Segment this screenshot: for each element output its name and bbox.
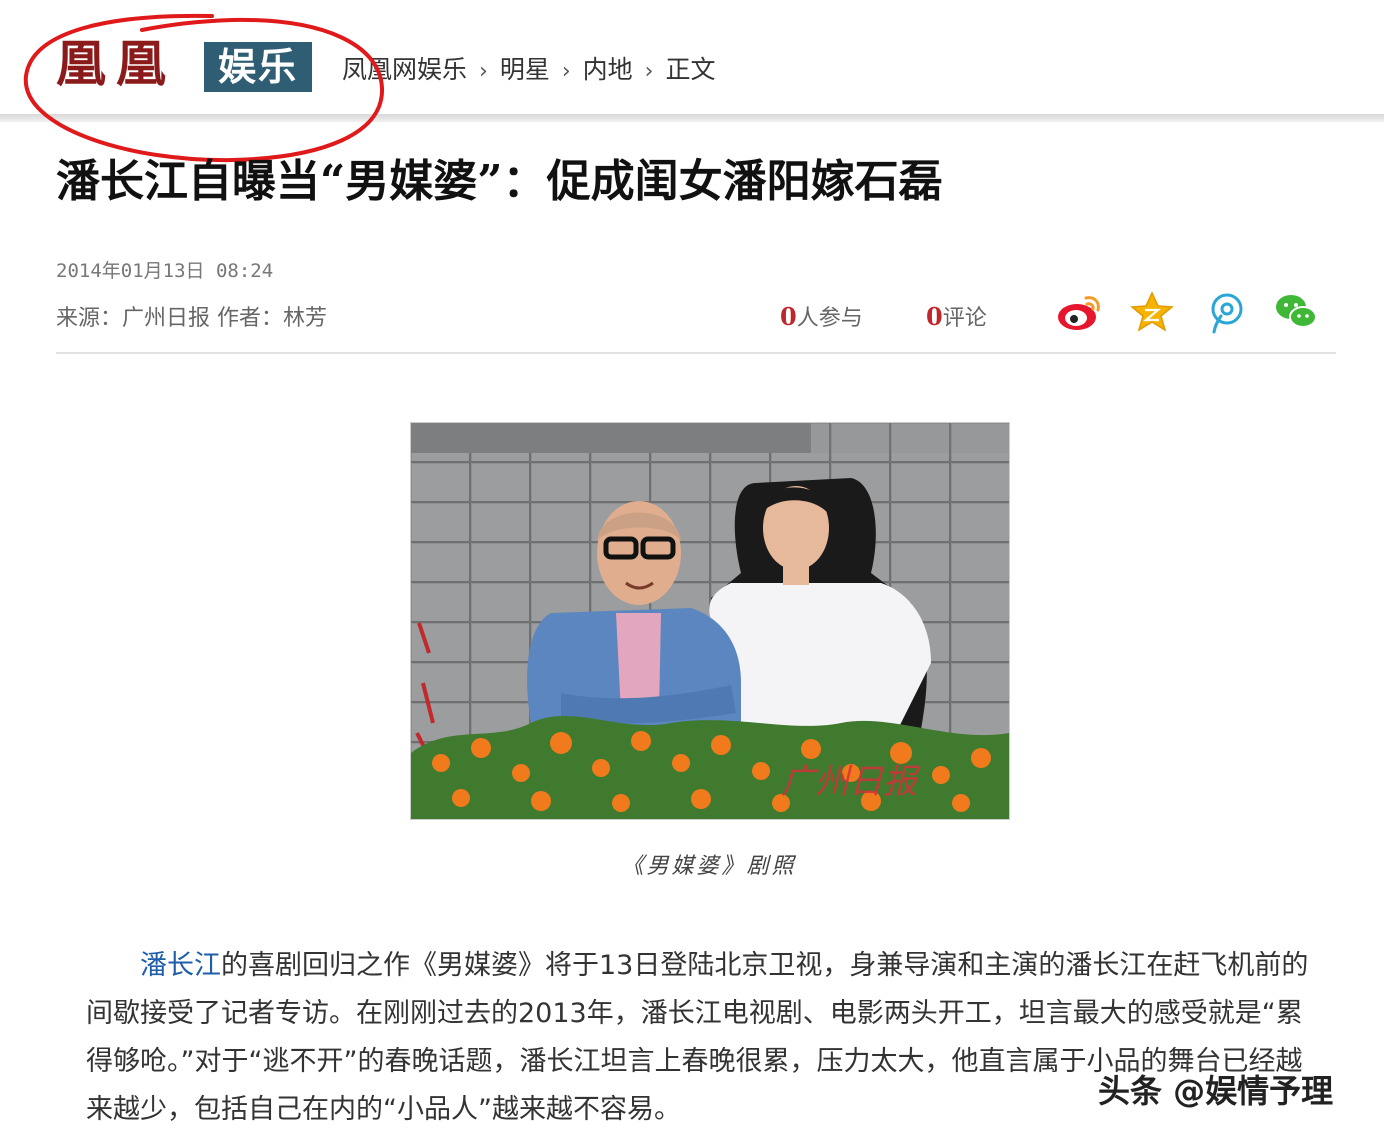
breadcrumb-separator: › (644, 59, 654, 84)
participants-label: 人参与 (796, 306, 863, 331)
breadcrumb-stars[interactable]: 明星 (500, 55, 550, 84)
photo-watermark: 广州日报 (781, 762, 921, 802)
publish-datetime: 2014年01月13日 08:24 (56, 260, 274, 282)
toutiao-watermark: 头条 @娱情予理 (1098, 1072, 1334, 1110)
wechat-icon[interactable] (1272, 290, 1320, 334)
participants-count[interactable]: 0人参与 (780, 300, 863, 332)
breadcrumb-separator: › (479, 59, 488, 84)
article-source: 来源：广州日报 作者：林芳 (56, 306, 327, 331)
comments-count[interactable]: 0评论 (926, 300, 987, 332)
article-title: 潘长江自曝当“男媒婆”：促成闺女潘阳嫁石磊 (56, 156, 943, 207)
comments-number: 0 (926, 302, 943, 331)
breadcrumb-separator: › (561, 59, 571, 84)
article-photo: 广州日报 (410, 422, 1010, 820)
meta-divider (56, 352, 1336, 354)
highlight-circle-annotation (23, 13, 385, 163)
weibo-icon[interactable] (1056, 290, 1104, 334)
breadcrumb: 凤凰网娱乐 › 明星 › 内地 › 正文 (342, 52, 716, 90)
tencent-weibo-icon[interactable] (1202, 290, 1250, 334)
comments-label: 评论 (942, 306, 987, 331)
breadcrumb-article: 正文 (665, 55, 716, 84)
person-link-pan-changjiang[interactable]: 潘长江 (140, 950, 221, 981)
photo-caption: 《男媒婆》剧照 (621, 854, 797, 879)
participants-number: 0 (780, 302, 797, 331)
qzone-star-icon[interactable] (1128, 290, 1176, 334)
breadcrumb-mainland[interactable]: 内地 (583, 55, 633, 84)
